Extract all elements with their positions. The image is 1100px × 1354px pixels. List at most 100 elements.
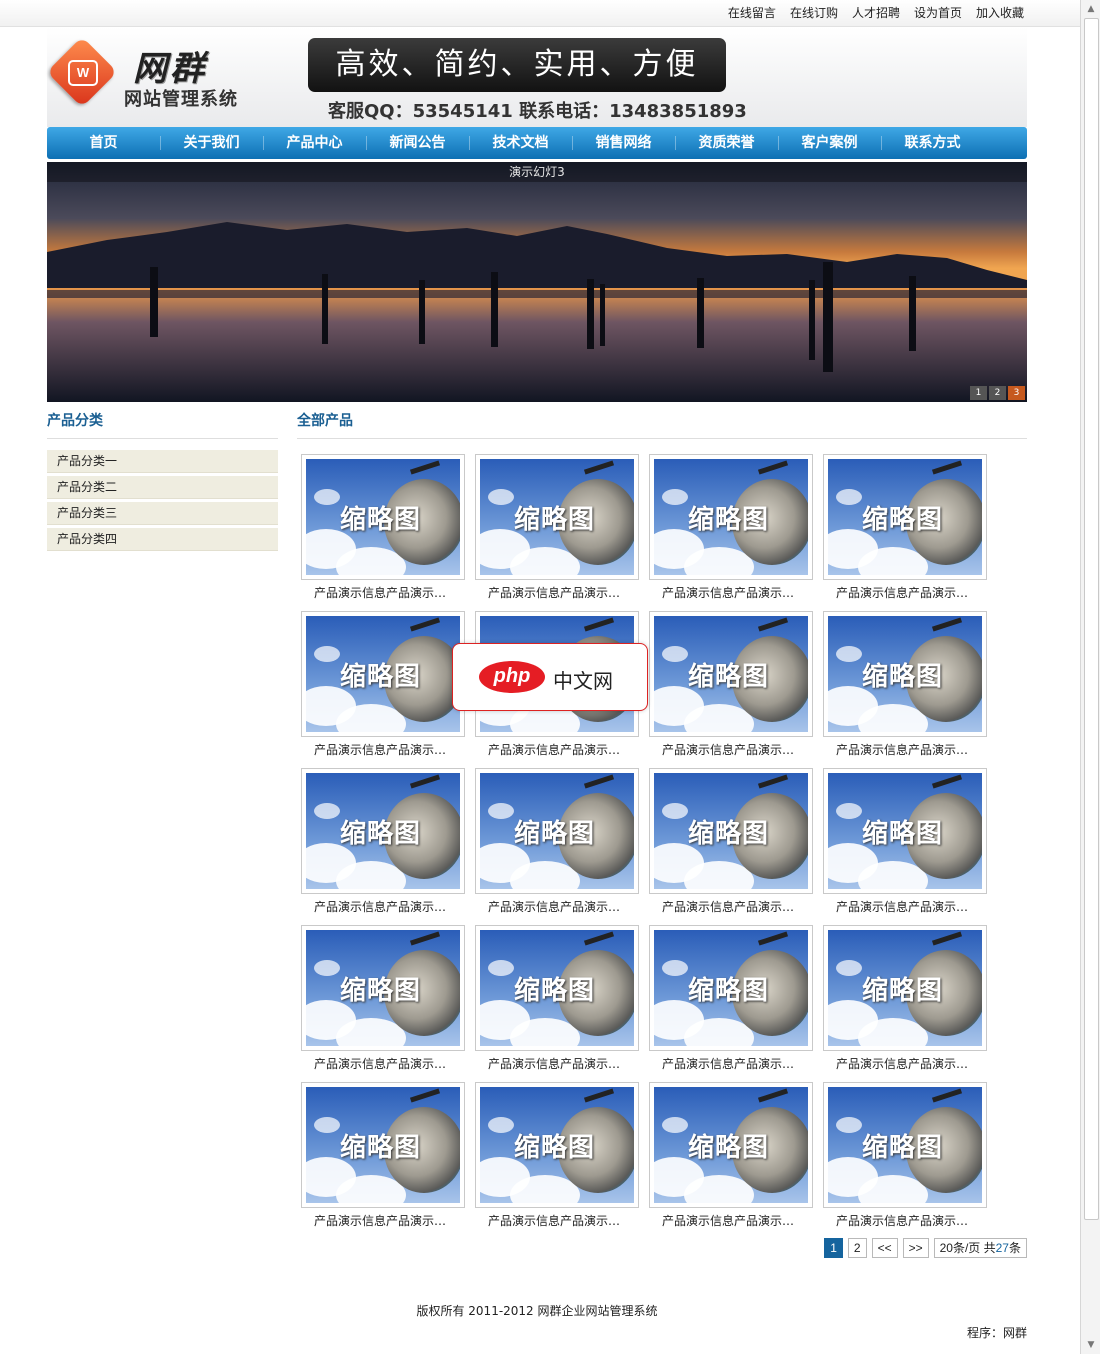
product-title-link[interactable]: 产品演示信息产品演示信息	[662, 741, 802, 758]
product-thumbnail[interactable]: 缩略图	[475, 925, 639, 1051]
thumbnail-label: 缩略图	[862, 819, 944, 849]
product-card[interactable]: 缩略图产品演示信息产品演示信息	[645, 925, 813, 1075]
product-card[interactable]: 缩略图产品演示信息产品演示信息	[645, 611, 813, 761]
nav-honors[interactable]: 资质荣誉	[675, 127, 778, 159]
vertical-scrollbar[interactable]: ▲ ▼	[1080, 0, 1100, 1354]
product-title-link[interactable]: 产品演示信息产品演示信息	[836, 1212, 976, 1229]
product-thumbnail[interactable]: 缩略图	[823, 768, 987, 894]
product-thumbnail[interactable]: 缩略图	[823, 454, 987, 580]
nav-docs[interactable]: 技术文档	[469, 127, 572, 159]
product-card[interactable]: 缩略图产品演示信息产品演示信息	[819, 1082, 987, 1232]
nav-sales-network[interactable]: 销售网络	[572, 127, 675, 159]
product-thumbnail[interactable]: 缩略图	[301, 454, 465, 580]
page-1-button[interactable]: 1	[824, 1238, 843, 1258]
product-thumbnail[interactable]: 缩略图	[823, 1082, 987, 1208]
product-card[interactable]: 缩略图产品演示信息产品演示信息	[471, 768, 639, 918]
product-card[interactable]: 缩略图产品演示信息产品演示信息	[819, 768, 987, 918]
product-title-link[interactable]: 产品演示信息产品演示信息	[488, 741, 628, 758]
product-thumbnail[interactable]: 缩略图	[649, 454, 813, 580]
product-title-link[interactable]: 产品演示信息产品演示信息	[836, 584, 976, 601]
product-title-link[interactable]: 产品演示信息产品演示信息	[314, 584, 454, 601]
product-card[interactable]: 缩略图产品演示信息产品演示信息	[297, 768, 465, 918]
category-item-2[interactable]: 产品分类二	[47, 476, 278, 499]
category-item-3[interactable]: 产品分类三	[47, 502, 278, 525]
nav-cases[interactable]: 客户案例	[778, 127, 881, 159]
slide-dot-1[interactable]: 1	[970, 386, 987, 400]
category-item-1[interactable]: 产品分类一	[47, 450, 278, 473]
product-card[interactable]: 缩略图产品演示信息产品演示信息	[819, 925, 987, 1075]
product-thumbnail[interactable]: 缩略图	[301, 925, 465, 1051]
product-title-link[interactable]: 产品演示信息产品演示信息	[662, 898, 802, 915]
product-title-link[interactable]: 产品演示信息产品演示信息	[314, 1212, 454, 1229]
product-card[interactable]: 缩略图产品演示信息产品演示信息	[645, 454, 813, 604]
nav-products[interactable]: 产品中心	[263, 127, 366, 159]
main-nav: 首页 关于我们 产品中心 新闻公告 技术文档 销售网络 资质荣誉 客户案例 联系…	[47, 127, 1027, 159]
thumbnail-label: 缩略图	[862, 662, 944, 692]
nav-contact[interactable]: 联系方式	[881, 127, 984, 159]
product-card[interactable]: 缩略图产品演示信息产品演示信息	[297, 925, 465, 1075]
top-link-add-favorite[interactable]: 加入收藏	[976, 4, 1024, 21]
product-title-link[interactable]: 产品演示信息产品演示信息	[662, 584, 802, 601]
thumbnail-image: 缩略图	[306, 930, 460, 1046]
scroll-thumb[interactable]	[1084, 18, 1099, 1220]
scroll-down-arrow-icon[interactable]: ▼	[1081, 1336, 1100, 1354]
product-thumbnail[interactable]: 缩略图	[475, 768, 639, 894]
nav-about[interactable]: 关于我们	[160, 127, 263, 159]
product-thumbnail[interactable]: 缩略图	[301, 611, 465, 737]
product-title-link[interactable]: 产品演示信息产品演示信息	[836, 741, 976, 758]
product-card[interactable]: 缩略图产品演示信息产品演示信息	[297, 1082, 465, 1232]
product-card[interactable]: 缩略图产品演示信息产品演示信息	[471, 1082, 639, 1232]
product-card[interactable]: 缩略图产品演示信息产品演示信息	[645, 768, 813, 918]
product-card[interactable]: 缩略图产品演示信息产品演示信息	[297, 454, 465, 604]
product-thumbnail[interactable]: 缩略图	[649, 768, 813, 894]
product-thumbnail[interactable]: 缩略图	[475, 1082, 639, 1208]
product-title-link[interactable]: 产品演示信息产品演示信息	[488, 1055, 628, 1072]
product-card[interactable]: 缩略图产品演示信息产品演示信息	[297, 611, 465, 761]
top-link-order[interactable]: 在线订购	[790, 4, 838, 21]
product-card[interactable]: 缩略图产品演示信息产品演示信息	[471, 454, 639, 604]
top-link-set-homepage[interactable]: 设为首页	[914, 4, 962, 21]
logo-title[interactable]: 网群	[133, 41, 207, 90]
product-title-link[interactable]: 产品演示信息产品演示信息	[488, 898, 628, 915]
product-title-link[interactable]: 产品演示信息产品演示信息	[836, 898, 976, 915]
scroll-up-arrow-icon[interactable]: ▲	[1081, 0, 1100, 18]
product-card[interactable]: 缩略图产品演示信息产品演示信息	[819, 611, 987, 761]
product-title-link[interactable]: 产品演示信息产品演示信息	[836, 1055, 976, 1072]
product-thumbnail[interactable]: 缩略图	[301, 768, 465, 894]
product-thumbnail[interactable]: 缩略图	[649, 1082, 813, 1208]
product-card[interactable]: 缩略图产品演示信息产品演示信息	[819, 454, 987, 604]
product-card[interactable]: 缩略图产品演示信息产品演示信息	[471, 925, 639, 1075]
category-item-4[interactable]: 产品分类四	[47, 528, 278, 551]
product-thumbnail[interactable]: 缩略图	[823, 611, 987, 737]
slideshow-banner[interactable]: 演示幻灯3 1 2 3	[47, 162, 1027, 402]
slide-dot-3[interactable]: 3	[1008, 386, 1025, 400]
product-title-link[interactable]: 产品演示信息产品演示信息	[662, 1055, 802, 1072]
thumbnail-label: 缩略图	[514, 505, 596, 535]
nav-home[interactable]: 首页	[47, 127, 160, 159]
product-title-link[interactable]: 产品演示信息产品演示信息	[314, 1055, 454, 1072]
thumbnail-image: 缩略图	[654, 1087, 808, 1203]
total-count: 27	[995, 1241, 1009, 1255]
prev-page-button[interactable]: <<	[871, 1238, 898, 1258]
slogan-banner: 高效、简约、实用、方便	[308, 38, 726, 92]
product-title-link[interactable]: 产品演示信息产品演示信息	[314, 898, 454, 915]
product-title-link[interactable]: 产品演示信息产品演示信息	[488, 584, 628, 601]
product-title-link[interactable]: 产品演示信息产品演示信息	[488, 1212, 628, 1229]
product-thumbnail[interactable]: 缩略图	[475, 454, 639, 580]
product-title-link[interactable]: 产品演示信息产品演示信息	[662, 1212, 802, 1229]
product-title-link[interactable]: 产品演示信息产品演示信息	[314, 741, 454, 758]
next-page-button[interactable]: >>	[902, 1238, 929, 1258]
thumbnail-label: 缩略图	[862, 505, 944, 535]
top-link-message[interactable]: 在线留言	[728, 4, 776, 21]
product-card[interactable]: 缩略图产品演示信息产品演示信息	[645, 1082, 813, 1232]
product-thumbnail[interactable]: 缩略图	[301, 1082, 465, 1208]
thumbnail-image: 缩略图	[306, 459, 460, 575]
top-link-jobs[interactable]: 人才招聘	[852, 4, 900, 21]
product-thumbnail[interactable]: 缩略图	[649, 925, 813, 1051]
per-page-text: 20条/页 共	[939, 1241, 996, 1255]
page-2-button[interactable]: 2	[847, 1238, 867, 1258]
product-thumbnail[interactable]: 缩略图	[649, 611, 813, 737]
nav-news[interactable]: 新闻公告	[366, 127, 469, 159]
product-thumbnail[interactable]: 缩略图	[823, 925, 987, 1051]
slide-dot-2[interactable]: 2	[989, 386, 1006, 400]
